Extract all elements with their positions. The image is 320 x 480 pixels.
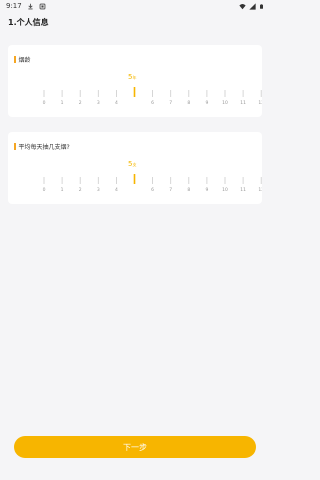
ruler-tick-label: 3 <box>97 187 100 193</box>
selected-value-unit: 年 <box>132 75 137 80</box>
smoking-years-card: 烟龄 5年 012346789101112 <box>8 45 262 117</box>
signal-icon <box>249 2 256 10</box>
ruler-tick-label: 9 <box>205 100 208 106</box>
cigarettes-per-day-label: 平均每天抽几支烟? <box>18 144 70 151</box>
ruler-tick-label: 1 <box>61 100 64 106</box>
ruler-tick-label: 11 <box>240 187 246 193</box>
ruler-scale[interactable]: 012346789101112 <box>8 83 262 113</box>
ruler-tick-label: 0 <box>43 187 46 193</box>
accent-bar <box>14 56 16 63</box>
notification-icon <box>39 3 46 9</box>
selected-value: 5支 <box>128 160 136 168</box>
ruler-scale[interactable]: 012346789101112 <box>8 170 262 200</box>
download-icon <box>28 3 33 9</box>
ruler-tick-label: 2 <box>79 100 82 106</box>
cigarettes-per-day-card: 平均每天抽几支烟? 5支 012346789101112 <box>8 132 262 204</box>
card-label: 烟龄 <box>14 55 31 64</box>
ruler-tick-label: 6 <box>151 100 154 106</box>
cigarettes-per-day-ruler[interactable]: 012346789101112 <box>8 170 262 200</box>
selected-value-unit: 支 <box>132 162 137 167</box>
ruler-tick-label: 11 <box>240 100 246 106</box>
ruler-tick-label: 10 <box>222 100 228 106</box>
ruler-tick-label: 0 <box>43 100 46 106</box>
ruler-tick-label: 7 <box>169 187 172 193</box>
battery-icon <box>260 3 263 9</box>
ruler-tick-label: 9 <box>205 187 208 193</box>
ruler-tick-label: 4 <box>115 187 118 193</box>
ruler-tick-label: 8 <box>187 100 190 106</box>
wifi-icon <box>239 3 246 9</box>
ruler-tick-label: 3 <box>97 100 100 106</box>
smoking-years-label: 烟龄 <box>18 57 31 64</box>
page-title: 1.个人信息 <box>8 18 49 27</box>
status-time: 9:17 <box>6 2 22 10</box>
next-step-button[interactable]: 下一步 <box>14 436 256 458</box>
selected-value: 5年 <box>128 73 136 81</box>
ruler-tick-label: 12 <box>258 100 262 106</box>
status-bar: 9:17 <box>0 0 270 12</box>
ruler-tick-label: 12 <box>258 187 262 193</box>
ruler-tick-label: 6 <box>151 187 154 193</box>
card-label: 平均每天抽几支烟? <box>14 142 70 151</box>
ruler-tick-label: 8 <box>187 187 190 193</box>
ruler-tick-label: 1 <box>61 187 64 193</box>
ruler-tick-label: 10 <box>222 187 228 193</box>
ruler-tick-label: 7 <box>169 100 172 106</box>
ruler-tick-label: 2 <box>79 187 82 193</box>
accent-bar <box>14 143 16 150</box>
ruler-tick-label: 4 <box>115 100 118 106</box>
smoking-years-ruler[interactable]: 012346789101112 <box>8 83 262 113</box>
